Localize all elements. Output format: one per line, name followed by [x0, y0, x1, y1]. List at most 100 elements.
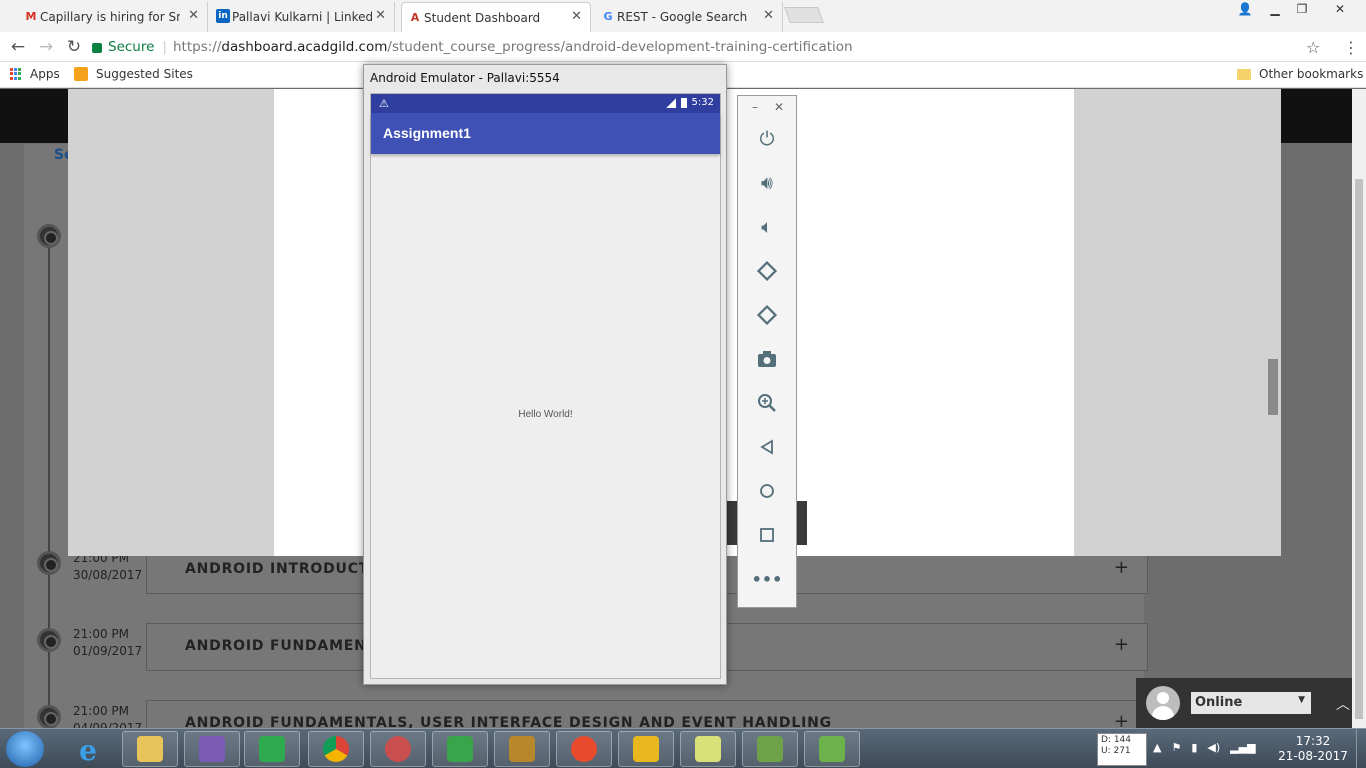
- chrome-menu-icon[interactable]: ⋮: [1343, 38, 1359, 57]
- volume-down-icon[interactable]: 🔈︎: [752, 212, 782, 242]
- tab-capillary[interactable]: M Capillary is hiring for Sr. S ✕: [18, 2, 208, 32]
- browser-tab-strip: M Capillary is hiring for Sr. S ✕ in Pal…: [0, 0, 1366, 32]
- power-tray-icon[interactable]: ▮: [1191, 741, 1197, 754]
- close-tab-icon[interactable]: ✕: [571, 9, 582, 24]
- play-icon: [633, 736, 659, 762]
- volume-icon[interactable]: ◀): [1207, 741, 1220, 754]
- chat-widget: Online ▼ ︿: [1136, 678, 1352, 728]
- chrome-icon: [323, 736, 349, 762]
- close-tab-icon[interactable]: ✕: [188, 8, 199, 23]
- session-card[interactable]: ANDROID FUNDAMENTALS, USER INTERFACE DES…: [146, 700, 1148, 728]
- session-title: ANDROID FUNDAMENTALS, USER INTERFACE DES…: [185, 715, 832, 728]
- tab-title: Pallavi Kulkarni | LinkedIn: [232, 10, 372, 24]
- close-icon[interactable]: ✕: [774, 100, 784, 114]
- profile-icon[interactable]: 👤: [1231, 0, 1259, 18]
- reload-icon[interactable]: ↻: [64, 37, 84, 57]
- close-window-icon[interactable]: ✕: [1326, 0, 1354, 18]
- calculator-icon[interactable]: [432, 731, 488, 767]
- media-app-icon[interactable]: [556, 731, 612, 767]
- emulator-taskbar-icon[interactable]: [804, 731, 860, 767]
- minimize-icon[interactable]: –: [752, 100, 758, 114]
- show-desktop-button[interactable]: [1356, 729, 1366, 768]
- lock-icon: [92, 43, 102, 53]
- status-value: Online: [1195, 695, 1243, 710]
- system-tray: ▲ ⚑ ▮ ◀) ▂▄▆: [1153, 741, 1256, 754]
- device-screen[interactable]: ⚠ 5:32 Assignment1 Hello World!: [370, 93, 721, 679]
- timeline-line: [48, 239, 50, 728]
- session-date: 30/08/2017: [73, 568, 143, 582]
- zoom-icon[interactable]: [752, 388, 782, 418]
- visual-studio-icon[interactable]: [184, 731, 240, 767]
- new-tab-button[interactable]: [784, 7, 824, 23]
- forward-icon[interactable]: →: [36, 37, 56, 57]
- overview-icon[interactable]: [752, 520, 782, 550]
- start-button[interactable]: [6, 731, 44, 767]
- session-time: 21:00 PM: [73, 627, 129, 641]
- screen-tool-icon[interactable]: [244, 731, 300, 767]
- close-tab-icon[interactable]: ✕: [763, 8, 774, 23]
- app-bar: Assignment1: [371, 113, 720, 154]
- android-studio-icon[interactable]: [742, 731, 798, 767]
- expand-icon[interactable]: +: [1114, 711, 1129, 728]
- more-icon[interactable]: •••: [752, 564, 783, 594]
- show-hidden-icon[interactable]: ▲: [1153, 741, 1161, 754]
- page-scrollbar[interactable]: [1352, 89, 1366, 728]
- caret-down-icon: ▼: [1298, 695, 1305, 705]
- expand-icon[interactable]: +: [1114, 557, 1129, 578]
- camera-icon[interactable]: [752, 344, 782, 374]
- sticky-notes-icon[interactable]: [680, 731, 736, 767]
- folder-icon: [1237, 68, 1251, 80]
- file-explorer-icon[interactable]: [122, 731, 178, 767]
- signal-icon: [665, 97, 676, 108]
- bookmark-star-icon[interactable]: ☆: [1306, 38, 1320, 57]
- bookmark-apps[interactable]: Apps: [10, 67, 60, 81]
- hello-world-text: Hello World!: [518, 409, 573, 420]
- expand-icon[interactable]: +: [1114, 634, 1129, 655]
- restore-icon[interactable]: ❐: [1288, 0, 1316, 18]
- status-select[interactable]: Online ▼: [1191, 692, 1311, 714]
- rotate-left-icon[interactable]: [752, 256, 782, 286]
- tab-linkedin[interactable]: in Pallavi Kulkarni | LinkedIn ✕: [210, 2, 395, 32]
- url-scheme: https://: [172, 39, 222, 55]
- chrome-taskbar-icon[interactable]: [308, 731, 364, 767]
- status-indicators: 5:32: [665, 97, 714, 108]
- warning-icon: ⚠: [379, 97, 389, 110]
- address-bar[interactable]: Secure | https:// dashboard.acadgild.com…: [92, 35, 1332, 59]
- secure-label: Secure: [108, 39, 155, 55]
- volume-up-icon[interactable]: 🔊︎: [752, 168, 782, 198]
- network-meter: D: 144 U: 271: [1097, 733, 1147, 766]
- divider: |: [162, 39, 167, 55]
- url-host: dashboard.acadgild.com: [221, 39, 388, 55]
- home-icon[interactable]: [752, 476, 782, 506]
- chess-icon: [509, 736, 535, 762]
- session-datetime: 21:00 PM 01/09/2017: [73, 626, 142, 660]
- session-datetime: 21:00 PM 04/09/2017: [73, 703, 142, 728]
- back-icon[interactable]: [752, 432, 782, 462]
- network-icon[interactable]: ▂▄▆: [1230, 741, 1255, 754]
- minimize-icon[interactable]: ▁: [1261, 0, 1289, 18]
- clock[interactable]: 17:32 21-08-2017: [1278, 734, 1348, 764]
- suggested-sites-icon: [74, 67, 88, 81]
- game-icon[interactable]: [494, 731, 550, 767]
- bookmark-suggested-sites[interactable]: Suggested Sites: [74, 67, 193, 81]
- tab-google-search[interactable]: G REST - Google Search ✕: [595, 2, 783, 32]
- video-player-icon[interactable]: [618, 731, 674, 767]
- calc-icon: [447, 736, 473, 762]
- flag-icon[interactable]: ⚑: [1171, 741, 1181, 754]
- snipping-tool-icon[interactable]: [370, 731, 426, 767]
- internet-explorer-icon[interactable]: e: [70, 734, 106, 767]
- bookmark-other[interactable]: Other bookmarks: [1237, 67, 1363, 81]
- close-tab-icon[interactable]: ✕: [375, 8, 386, 23]
- scrollbar-thumb[interactable]: [1355, 179, 1363, 719]
- chevron-up-icon[interactable]: ︿: [1336, 694, 1350, 714]
- modal-scrollbar[interactable]: [1268, 359, 1278, 415]
- status-bar: ⚠ 5:32: [371, 94, 720, 113]
- tab-title: Capillary is hiring for Sr. S: [40, 10, 180, 24]
- back-icon[interactable]: ←: [8, 37, 28, 57]
- emulator-title: Android Emulator - Pallavi:5554: [370, 71, 560, 85]
- power-icon[interactable]: ⏻: [752, 124, 782, 154]
- session-title: ANDROID INTRODUCTIO: [185, 561, 388, 577]
- tab-student-dashboard[interactable]: A Student Dashboard ✕: [401, 2, 591, 32]
- rotate-right-icon[interactable]: [752, 300, 782, 330]
- timeline-dot: [37, 224, 61, 248]
